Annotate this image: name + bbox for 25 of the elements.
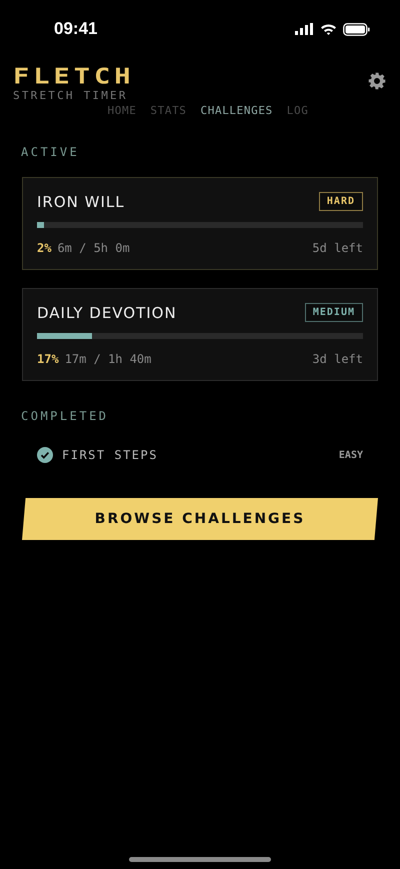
section-heading: ACTIVE bbox=[21, 145, 80, 159]
time-left: 3d left bbox=[312, 352, 363, 366]
settings-icon[interactable] bbox=[368, 72, 386, 90]
challenge-name: FIRST STEPS bbox=[62, 448, 158, 462]
app-title: FLETCH bbox=[13, 66, 135, 88]
difficulty-badge: MEDIUM bbox=[304, 303, 363, 322]
status-time: 09:41 bbox=[54, 19, 98, 39]
challenge-name: IRON WILL bbox=[37, 192, 125, 210]
progress-percent: 2% bbox=[37, 241, 52, 255]
progress-time: 6m / 5h 0m bbox=[57, 241, 130, 255]
signal-icon bbox=[295, 23, 314, 35]
progress-time: 17m / 1h 40m bbox=[64, 352, 152, 366]
nav-tab[interactable]: CHALLENGES bbox=[200, 102, 273, 119]
challenge-name: DAILY DEVOTION bbox=[37, 304, 177, 322]
challenge-card[interactable]: DAILY DEVOTION MEDIUM 17% 17m / 1h 40m 3d left bbox=[22, 288, 378, 381]
progress-percent: 17% bbox=[37, 352, 59, 366]
difficulty-label: EASY bbox=[338, 450, 363, 460]
battery-icon bbox=[343, 22, 370, 36]
difficulty-badge: HARD bbox=[318, 192, 363, 211]
section-heading: COMPLETED bbox=[21, 409, 110, 423]
challenge-card[interactable]: IRON WILL HARD 2% 6m / 5h 0m 5d left bbox=[22, 177, 378, 270]
time-left: 5d left bbox=[312, 241, 363, 255]
app-subtitle: STRETCH TIMER bbox=[13, 89, 129, 102]
browse-button[interactable]: BROWSE CHALLENGES bbox=[22, 498, 378, 540]
wifi-icon bbox=[320, 23, 337, 35]
